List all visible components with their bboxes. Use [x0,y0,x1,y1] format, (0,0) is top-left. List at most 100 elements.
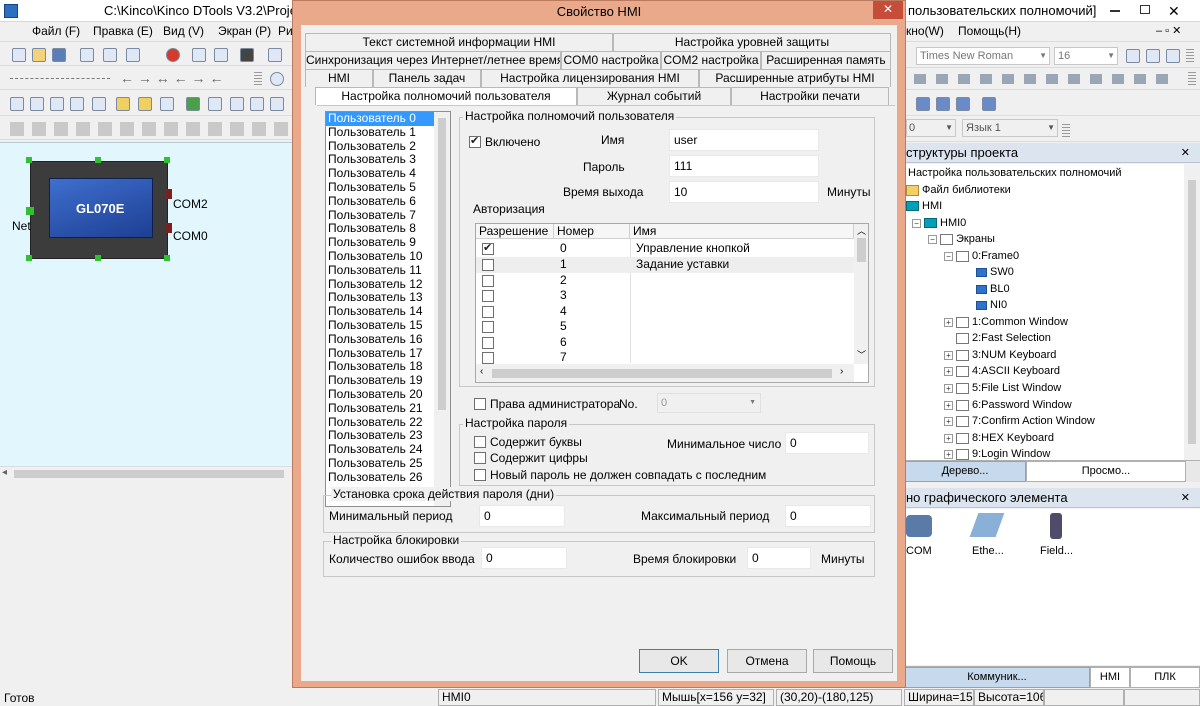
design-canvas[interactable]: GL070E Net COM2 COM0 [0,142,292,466]
user-list-item[interactable]: Пользователь 4 [326,166,450,181]
expander-icon[interactable]: + [944,317,953,327]
permission-checkbox[interactable] [482,290,494,302]
user-list-item[interactable]: Пользователь 15 [326,318,450,333]
control-icon-8[interactable] [160,97,174,111]
tab-protection-levels[interactable]: Настройка уровней защиты [613,33,891,51]
copy-icon[interactable] [103,48,117,62]
expander-icon[interactable]: + [944,400,953,410]
expander-icon[interactable]: + [944,350,953,360]
user-list-item[interactable]: Пользователь 24 [326,442,450,457]
authorization-grid[interactable]: Разрешение Номер Имя 0 Управление кнопко… [475,223,869,383]
tree-item-hmi[interactable]: HMI [906,198,942,214]
control-icon-3[interactable] [50,97,64,111]
max-period-field[interactable]: 0 [785,505,871,527]
user-list-item[interactable]: Пользователь 19 [326,373,450,388]
tree-item-password-window[interactable]: +6:Password Window [944,397,1072,413]
user-list-item[interactable]: Пользователь 17 [326,346,450,361]
selection-handle[interactable] [26,157,32,163]
permission-checkbox[interactable] [482,321,494,333]
cancel-button[interactable]: Отмена [727,649,807,673]
chevron-up-icon[interactable]: ︿ [857,224,866,237]
tree-item-frame0[interactable]: − 0:Frame0 [944,248,1019,264]
tab-hmi[interactable]: HMI [305,69,373,87]
tab-licensing[interactable]: Настройка лицензирования HMI [481,69,699,87]
control-icon-11[interactable] [230,97,244,111]
user-list-item[interactable]: Пользователь 5 [326,180,450,195]
user-list-item[interactable]: Пользователь 12 [326,277,450,292]
user-list-item[interactable]: Пользователь 1 [326,125,450,140]
save-icon[interactable] [52,48,66,62]
tree-item-sw0[interactable]: SW0 [976,264,1014,280]
chevron-down-icon[interactable]: ﹀ [857,348,866,361]
grid-hscrollbar[interactable]: ‹ › [476,364,854,382]
new-file-icon[interactable] [12,48,26,62]
info-icon[interactable] [270,72,284,86]
delete-icon[interactable] [166,48,180,62]
user-list-item[interactable]: Пользователь 16 [326,332,450,347]
admin-no-combo[interactable]: 0 ▼ [657,393,761,413]
minimize-icon[interactable] [1110,10,1120,12]
user-list-item[interactable]: Пользователь 18 [326,360,450,374]
toolbar-grip[interactable] [1186,49,1194,63]
permission-checkbox[interactable] [482,275,494,287]
permission-checkbox[interactable] [482,306,494,318]
tab-extended-attributes[interactable]: Расширенные атрибуты HMI [699,69,891,87]
user-list-item[interactable]: Пользователь 0 [326,112,450,126]
menu-draw[interactable]: Ри [278,24,293,38]
zoom-combo[interactable]: 0 ▼ [906,119,956,137]
tab-com0-settings[interactable]: COM0 настройка [561,51,661,69]
arrow-tools[interactable]: ← → ↔ ← → ← [120,70,223,86]
italic-icon[interactable] [1146,49,1160,63]
contains-letters-checkbox[interactable] [474,436,486,448]
help-button[interactable]: Помощь [813,649,893,673]
permission-checkbox[interactable] [482,259,494,271]
tree-item-file-list-window[interactable]: +5:File List Window [944,380,1061,396]
close-icon[interactable]: ✕ [1168,0,1180,21]
selection-handle[interactable] [26,255,32,261]
music-icon[interactable] [116,97,130,111]
print-icon[interactable] [268,48,282,62]
close-icon[interactable]: ✕ [1181,488,1190,507]
tab-hmi[interactable]: HMI [1090,667,1130,688]
scroll-thumb[interactable] [857,238,866,262]
toolbar-grip[interactable] [1062,124,1070,138]
scroll-thumb[interactable] [14,470,284,478]
menu-file[interactable]: Файл (F) [32,24,80,38]
tab-communication[interactable]: Коммуник... [904,667,1090,688]
user-list-item[interactable]: Пользователь 26 [326,470,450,485]
net-port[interactable] [26,207,34,215]
grid-row[interactable]: 5 [476,319,854,335]
expander-icon[interactable]: + [944,366,953,376]
toolbar-grip[interactable] [1188,72,1196,86]
tree-item-confirm-action-window[interactable]: +7:Confirm Action Window [944,413,1095,429]
expander-icon[interactable]: + [944,416,953,426]
permission-checkbox[interactable] [482,352,494,364]
tab-system-info-text[interactable]: Текст системной информации HMI [305,33,613,51]
user-list-item[interactable]: Пользователь 9 [326,235,450,250]
tree-item-user-permissions[interactable]: Настройка пользовательских полномочий [908,165,1122,181]
tree-item-ni0[interactable]: NI0 [976,297,1007,313]
canvas-hscrollbar[interactable]: ◂ [0,466,292,480]
chevron-down-icon[interactable]: ▼ [1047,120,1055,136]
enabled-checkbox[interactable] [469,134,481,148]
user-list[interactable]: Пользователь 0 Пользователь 1 Пользовате… [325,111,451,507]
chevron-down-icon[interactable]: ▼ [945,120,953,136]
menu-screen[interactable]: Экран (P) [218,24,271,38]
tab-plc[interactable]: ПЛК [1130,667,1200,688]
new-password-differs-checkbox[interactable] [474,469,486,481]
com0-port[interactable] [166,223,172,233]
selection-handle[interactable] [95,255,101,261]
min-number-field[interactable]: 0 [785,432,869,454]
grid-header-permission[interactable]: Разрешение [476,224,554,239]
control-icon-12[interactable] [250,97,264,111]
grid-row[interactable]: 2 [476,273,854,289]
permission-checkbox[interactable] [482,337,494,349]
ok-button[interactable]: OK [639,649,719,673]
expander-icon[interactable]: + [944,383,953,393]
tree-item-login-window[interactable]: +9:Login Window [944,446,1050,460]
tree-item-hex-keyboard[interactable]: +8:HEX Keyboard [944,430,1054,446]
permission-checkbox[interactable] [482,241,494,256]
close-icon[interactable]: ✕ [1181,143,1190,162]
picture-icon[interactable] [186,97,200,111]
language-combo[interactable]: Язык 1 ▼ [962,119,1058,137]
